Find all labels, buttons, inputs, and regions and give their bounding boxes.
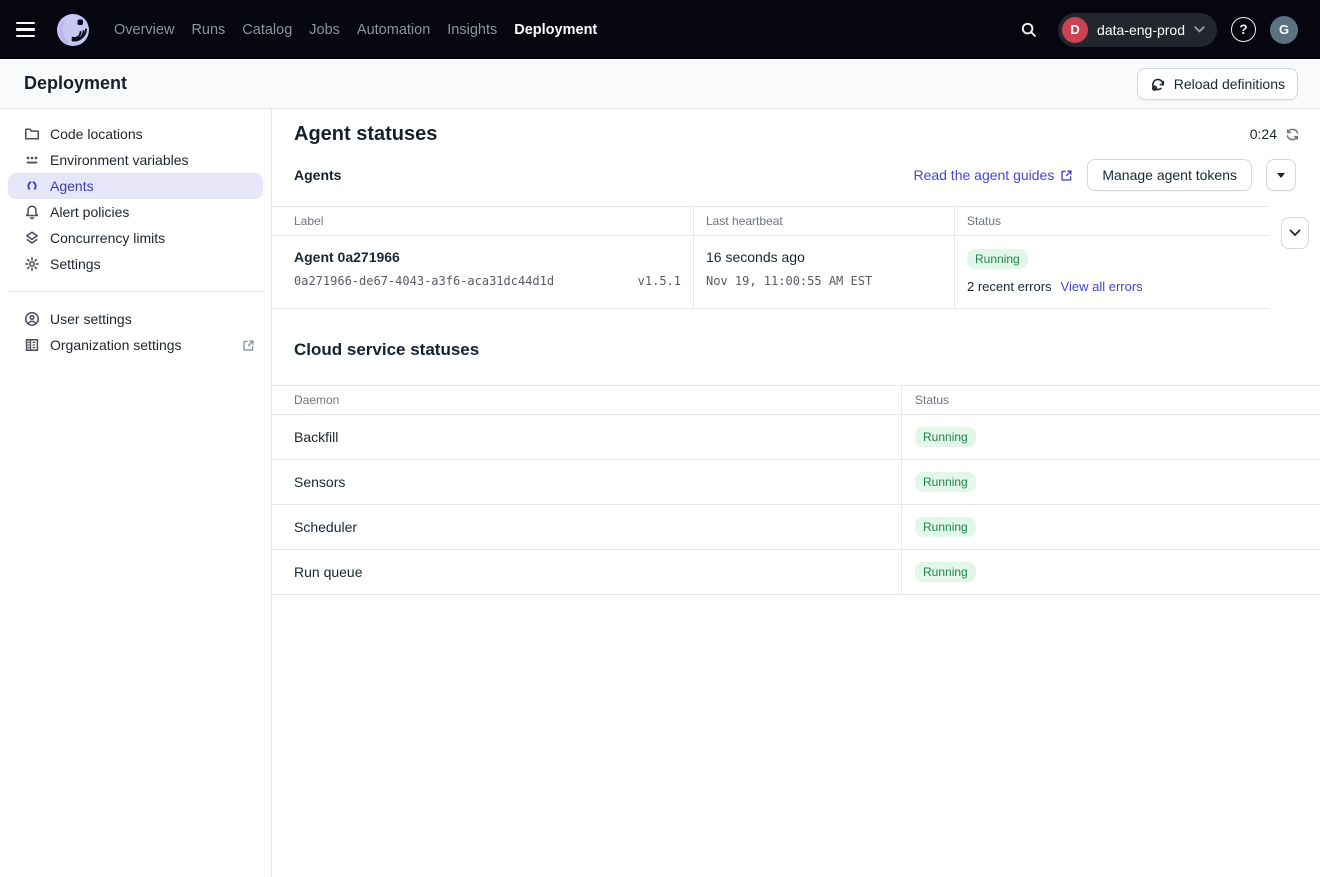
status-badge: Running xyxy=(915,472,976,492)
refresh-timer: 0:24 xyxy=(1250,126,1277,142)
column-last-heartbeat: Last heartbeat xyxy=(694,207,955,235)
workspace-switcher[interactable]: D data-eng-prod xyxy=(1058,13,1217,47)
agents-table: Label Last heartbeat Status Agent 0a2719… xyxy=(272,206,1270,309)
sidebar-item-environment-variables[interactable]: Environment variables xyxy=(8,147,263,173)
manage-agent-tokens-button[interactable]: Manage agent tokens xyxy=(1087,159,1252,191)
daemon-row-scheduler: Scheduler Running xyxy=(272,505,1320,550)
sidebar-item-agents[interactable]: Agents xyxy=(8,173,263,199)
sidebar-item-concurrency-limits[interactable]: Concurrency limits xyxy=(8,225,263,251)
agent-icon xyxy=(24,178,40,194)
workspace-name: data-eng-prod xyxy=(1097,22,1185,38)
bell-icon xyxy=(24,204,40,220)
daemon-row-backfill: Backfill Running xyxy=(272,415,1320,460)
caret-down-icon xyxy=(1277,173,1285,178)
page-title: Deployment xyxy=(24,73,127,94)
nav-item-runs[interactable]: Runs xyxy=(191,16,225,44)
primary-nav: Overview Runs Catalog Jobs Automation In… xyxy=(114,16,597,44)
agent-label-cell: Agent 0a271966 0a271966-de67-4043-a3f6-a… xyxy=(272,236,694,308)
status-badge: Running xyxy=(967,249,1028,269)
workspace-badge: D xyxy=(1062,17,1088,43)
agent-version: v1.5.1 xyxy=(638,274,681,288)
column-label: Label xyxy=(272,207,694,235)
deployment-sidebar: Code locations Environment variables Age… xyxy=(0,109,272,877)
external-link-icon xyxy=(242,339,255,352)
sidebar-item-organization-settings[interactable]: Organization settings xyxy=(8,332,263,358)
daemon-name: Backfill xyxy=(272,415,902,459)
agent-name: Agent 0a271966 xyxy=(294,249,681,265)
nav-item-jobs[interactable]: Jobs xyxy=(309,16,340,44)
sidebar-divider xyxy=(8,291,263,292)
nav-item-insights[interactable]: Insights xyxy=(447,16,497,44)
recent-errors-text: 2 recent errors xyxy=(967,279,1052,294)
building-icon xyxy=(24,337,40,353)
agent-statuses-heading: Agent statuses xyxy=(294,121,437,147)
menu-icon[interactable] xyxy=(16,16,44,44)
status-badge: Running xyxy=(915,517,976,537)
sidebar-item-user-settings[interactable]: User settings xyxy=(8,306,263,332)
help-icon[interactable]: ? xyxy=(1231,17,1256,42)
folder-icon xyxy=(24,126,40,142)
cloud-service-statuses-heading: Cloud service statuses xyxy=(294,339,1298,361)
sidebar-item-alert-policies[interactable]: Alert policies xyxy=(8,199,263,225)
agent-heartbeat-cell: 16 seconds ago Nov 19, 11:00:55 AM EST xyxy=(694,236,955,308)
daemon-name: Sensors xyxy=(272,460,902,504)
daemon-row-run-queue: Run queue Running xyxy=(272,550,1320,595)
sidebar-item-settings[interactable]: Settings xyxy=(8,251,263,277)
nav-item-catalog[interactable]: Catalog xyxy=(242,16,292,44)
chevron-down-icon xyxy=(1289,229,1301,237)
nav-item-automation[interactable]: Automation xyxy=(357,16,430,44)
agent-guides-link[interactable]: Read the agent guides xyxy=(913,167,1073,183)
daemon-row-sensors: Sensors Running xyxy=(272,460,1320,505)
chevron-down-icon xyxy=(1194,26,1205,33)
view-all-errors-link[interactable]: View all errors xyxy=(1061,279,1143,294)
daemon-name: Scheduler xyxy=(272,505,902,549)
top-navbar: Overview Runs Catalog Jobs Automation In… xyxy=(0,0,1320,59)
agents-more-actions-button[interactable] xyxy=(1266,159,1296,191)
main-content: Agent statuses 0:24 Agents Read the agen… xyxy=(272,109,1320,877)
refresh-icon[interactable] xyxy=(1285,127,1300,142)
env-vars-icon xyxy=(24,152,40,168)
agent-status-cell: Running 2 recent errors View all errors xyxy=(955,236,1270,308)
daemon-name: Run queue xyxy=(272,550,902,594)
reload-definitions-button[interactable]: Reload definitions xyxy=(1137,68,1298,100)
heartbeat-timestamp: Nov 19, 11:00:55 AM EST xyxy=(706,274,942,288)
search-icon[interactable] xyxy=(1014,15,1044,45)
column-status: Status xyxy=(902,386,1320,414)
dagster-logo-icon[interactable] xyxy=(56,12,92,48)
agent-row-expand-button[interactable] xyxy=(1281,217,1309,249)
agents-section-label: Agents xyxy=(294,167,341,183)
gear-icon xyxy=(24,256,40,272)
refresh-countdown: 0:24 xyxy=(1250,126,1300,142)
sidebar-item-code-locations[interactable]: Code locations xyxy=(8,121,263,147)
nav-item-deployment[interactable]: Deployment xyxy=(514,16,597,44)
heartbeat-relative: 16 seconds ago xyxy=(706,249,942,265)
column-daemon: Daemon xyxy=(272,386,902,414)
reload-icon xyxy=(1150,76,1166,92)
user-icon xyxy=(24,311,40,327)
cloud-table-header: Daemon Status xyxy=(272,385,1320,415)
nav-item-overview[interactable]: Overview xyxy=(114,16,174,44)
layers-icon xyxy=(24,230,40,246)
status-badge: Running xyxy=(915,562,976,582)
column-status: Status xyxy=(955,207,1270,235)
page-header: Deployment Reload definitions xyxy=(0,59,1320,109)
agents-table-header: Label Last heartbeat Status xyxy=(272,206,1270,236)
agent-row: Agent 0a271966 0a271966-de67-4043-a3f6-a… xyxy=(272,236,1270,309)
status-badge: Running xyxy=(915,427,976,447)
agent-uuid: 0a271966-de67-4043-a3f6-aca31dc44d1d xyxy=(294,274,554,288)
cloud-services-table: Daemon Status Backfill Running Sensors R… xyxy=(272,385,1320,595)
external-link-icon xyxy=(1060,169,1073,182)
avatar[interactable]: G xyxy=(1270,16,1298,44)
